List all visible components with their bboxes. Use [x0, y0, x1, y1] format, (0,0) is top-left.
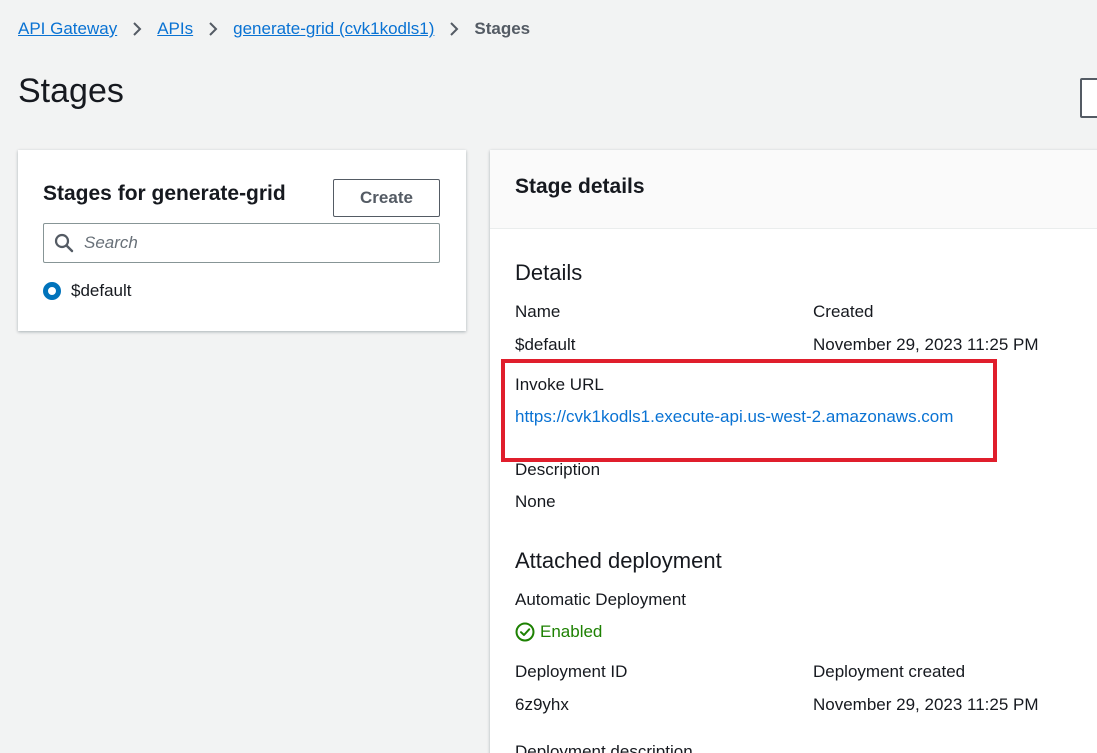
stages-panel: Stages for generate-grid Create $default	[18, 150, 466, 331]
auto-deploy-status: Enabled	[515, 622, 602, 642]
name-value: $default	[515, 335, 576, 354]
stage-details-title: Stage details	[515, 175, 645, 198]
stage-search-input[interactable]	[84, 226, 424, 260]
stage-radio-selected[interactable]	[43, 282, 61, 300]
page-title: Stages	[18, 72, 124, 110]
deployment-created-value: November 29, 2023 11:25 PM	[813, 695, 1039, 714]
page: API Gateway APIs generate-grid (cvk1kodl…	[0, 0, 1097, 753]
auto-deploy-label: Automatic Deployment	[515, 590, 687, 609]
auto-deploy-value: Enabled	[540, 622, 603, 641]
stage-search-box[interactable]	[43, 223, 440, 263]
invoke-url-highlight-box	[501, 359, 997, 462]
deployment-created-label: Deployment created	[813, 662, 966, 681]
details-section-title: Details	[515, 260, 583, 285]
breadcrumb-apis[interactable]: APIs	[157, 19, 193, 39]
deployment-description-label: Deployment description	[515, 742, 693, 753]
chevron-right-icon	[117, 16, 157, 42]
stage-details-header: Stage details	[490, 150, 1097, 229]
description-value: None	[515, 492, 556, 511]
created-label: Created	[813, 302, 874, 321]
create-stage-button[interactable]: Create	[333, 179, 440, 217]
deployment-id-label: Deployment ID	[515, 662, 628, 681]
breadcrumb-api-name[interactable]: generate-grid (cvk1kodls1)	[233, 19, 434, 39]
check-circle-icon	[515, 622, 535, 642]
attached-deployment-title: Attached deployment	[515, 548, 722, 573]
stage-item-label: $default	[71, 281, 132, 300]
chevron-right-icon	[193, 16, 233, 42]
header-action-button[interactable]	[1080, 78, 1097, 118]
stage-item-default[interactable]: $default	[43, 281, 132, 301]
name-label: Name	[515, 302, 561, 321]
breadcrumb: API Gateway APIs generate-grid (cvk1kodl…	[18, 16, 530, 42]
deployment-id-value: 6z9yhx	[515, 695, 569, 714]
breadcrumb-api-gateway[interactable]: API Gateway	[18, 19, 117, 39]
breadcrumb-current: Stages	[474, 19, 531, 38]
chevron-right-icon	[434, 16, 474, 42]
stages-panel-heading: Stages for generate-grid	[43, 182, 286, 205]
search-icon	[54, 233, 74, 253]
created-value: November 29, 2023 11:25 PM	[813, 335, 1039, 354]
description-label: Description	[515, 460, 601, 479]
